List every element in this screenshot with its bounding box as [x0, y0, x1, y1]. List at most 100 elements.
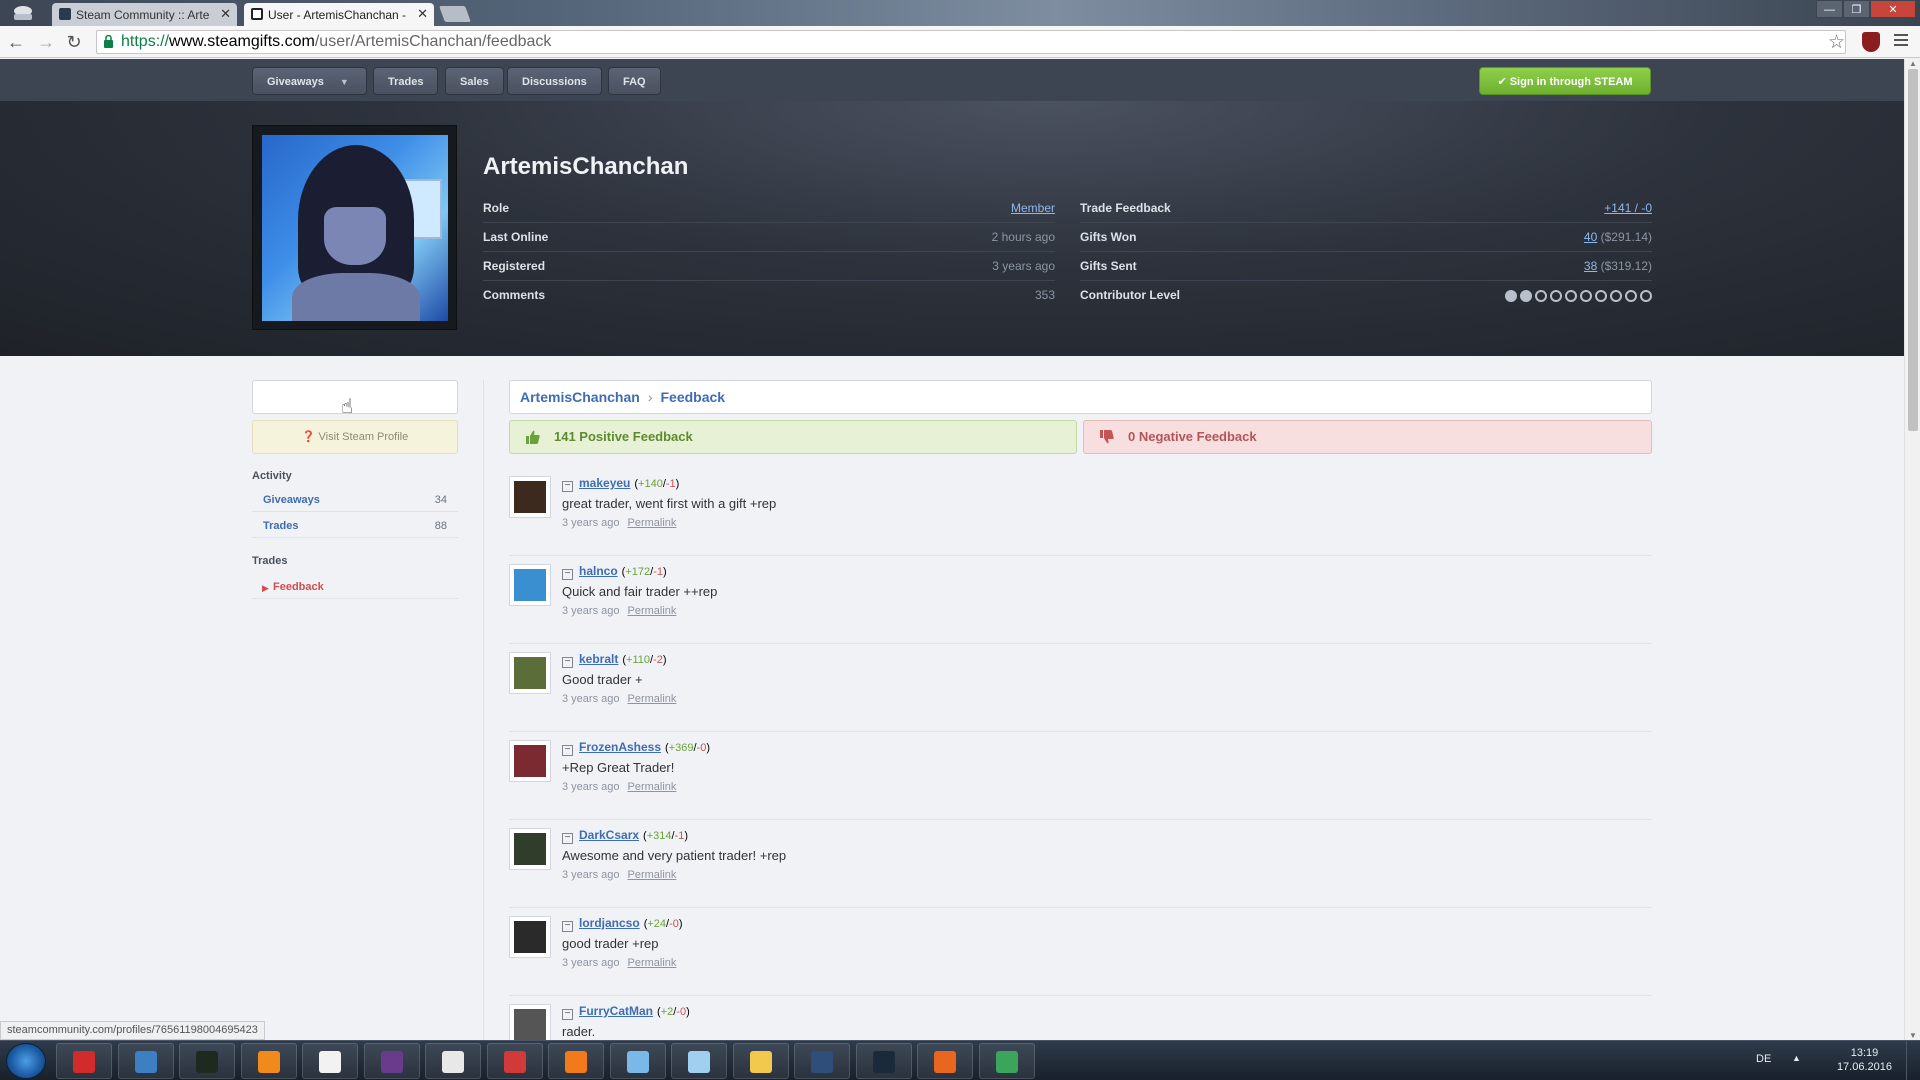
commenter-avatar[interactable] — [509, 564, 551, 606]
commenter-username[interactable]: FurryCatMan — [579, 1004, 653, 1018]
commenter-avatar[interactable] — [509, 652, 551, 694]
forward-arrow-icon[interactable]: → — [36, 32, 56, 52]
nav-sales[interactable]: Sales — [445, 67, 504, 95]
taskbar-firefox-icon[interactable] — [917, 1043, 973, 1079]
taskbar-tex-icon[interactable] — [363, 1043, 420, 1079]
collapse-icon[interactable]: − — [562, 481, 573, 492]
commenter-username[interactable]: makeyeu — [579, 476, 630, 490]
show-desktop-button[interactable] — [1906, 1041, 1920, 1080]
chevron-right-icon: › — [647, 389, 653, 405]
sign-in-steam-button[interactable]: ✔ Sign in through STEAM — [1479, 67, 1651, 95]
close-icon[interactable]: ✕ — [417, 6, 428, 22]
taskbar-notepad-icon[interactable] — [302, 1043, 358, 1079]
collapse-icon[interactable]: − — [562, 921, 573, 932]
sidebar-blank-box — [252, 380, 458, 414]
negative-feedback-tab[interactable]: 0 Negative Feedback — [1083, 420, 1652, 454]
taskbar-antivirus-icon[interactable] — [56, 1043, 112, 1079]
start-button[interactable] — [6, 1043, 46, 1079]
role-link[interactable]: Member — [1011, 201, 1055, 215]
commenter-username[interactable]: DarkCsarx — [579, 828, 639, 842]
sidebar-item-trades[interactable]: Trades 88 — [252, 514, 458, 538]
language-indicator[interactable]: DE — [1756, 1053, 1771, 1065]
page-scrollbar[interactable]: ▲ ▼ — [1904, 59, 1920, 1040]
trade-feedback-link[interactable]: +141 / -0 — [1604, 201, 1652, 215]
ublock-extension-icon[interactable] — [1862, 32, 1880, 52]
visit-steam-profile-button[interactable]: ❓ Visit Steam Profile — [252, 420, 458, 454]
permalink[interactable]: Permalink — [627, 605, 676, 617]
scrollbar-thumb[interactable] — [1908, 69, 1918, 431]
close-icon[interactable]: ✕ — [220, 6, 231, 22]
browser-menu-icon[interactable] — [1894, 34, 1908, 49]
clock[interactable]: 13:19 17.06.2016 — [1837, 1046, 1892, 1074]
taskbar-mail-icon[interactable] — [486, 1043, 543, 1079]
browser-profile-icon[interactable] — [8, 2, 38, 24]
taskbar-thunderbird-icon[interactable] — [117, 1043, 174, 1079]
address-bar[interactable]: https://www.steamgifts.com/user/ArtemisC… — [96, 30, 1846, 54]
stat-label: Gifts Won — [1080, 230, 1137, 244]
scroll-up-icon[interactable]: ▲ — [1909, 59, 1917, 68]
nav-giveaways[interactable]: Giveaways ▼ — [252, 67, 367, 95]
permalink[interactable]: Permalink — [627, 869, 676, 881]
taskbar-chrome-icon[interactable] — [978, 1043, 1035, 1079]
gifts-won-link[interactable]: 40 — [1584, 230, 1597, 244]
contributor-level-dot — [1610, 290, 1622, 302]
nav-discussions[interactable]: Discussions — [507, 67, 602, 95]
nav-faq[interactable]: FAQ — [608, 67, 661, 95]
commenter-username[interactable]: FrozenAshess — [579, 740, 661, 754]
taskbar-vlc-icon[interactable] — [240, 1043, 297, 1079]
comment-time: 3 years ago — [562, 693, 620, 705]
back-arrow-icon[interactable]: ← — [6, 32, 26, 52]
sidebar-item-feedback[interactable]: ▶ Feedback — [252, 575, 458, 599]
taskbar-calculator-icon[interactable] — [609, 1043, 666, 1079]
maximize-icon[interactable]: ❐ — [1843, 0, 1870, 18]
collapse-icon[interactable]: − — [562, 1009, 573, 1020]
comment-meta: 3 years ago Permalink — [562, 781, 676, 793]
gifts-sent-link[interactable]: 38 — [1584, 259, 1597, 273]
reputation-positive: +2 — [660, 1006, 674, 1018]
taskbar-teamspeak-icon[interactable] — [794, 1043, 850, 1079]
taskbar-explorer-icon[interactable] — [732, 1043, 789, 1079]
tray-expand-icon[interactable]: ▲ — [1792, 1053, 1801, 1063]
taskbar-sync-icon[interactable] — [548, 1043, 604, 1079]
permalink[interactable]: Permalink — [627, 693, 676, 705]
collapse-icon[interactable]: − — [562, 569, 573, 580]
permalink[interactable]: Permalink — [627, 957, 676, 969]
minimize-icon[interactable]: — — [1816, 0, 1843, 18]
permalink[interactable]: Permalink — [627, 781, 676, 793]
positive-feedback-tab[interactable]: 141 Positive Feedback — [509, 420, 1077, 454]
commenter-username[interactable]: halnco — [579, 564, 618, 578]
tab-steam-community[interactable]: Steam Community :: Arte ✕ — [52, 3, 237, 26]
nav-trades[interactable]: Trades — [373, 67, 439, 95]
clock-time: 13:19 — [1850, 1047, 1879, 1059]
window-close-icon[interactable]: ✕ — [1870, 0, 1916, 18]
scroll-down-icon[interactable]: ▼ — [1909, 1031, 1917, 1040]
tab-steamgifts-user[interactable]: User - ArtemisChanchan - ✕ — [244, 3, 434, 26]
breadcrumb-page-link[interactable]: Feedback — [660, 389, 725, 405]
commenter-avatar[interactable] — [509, 476, 551, 518]
taskbar-steam-icon[interactable] — [855, 1043, 912, 1079]
taskbar-terminal-icon[interactable] — [179, 1043, 235, 1079]
comment-time: 3 years ago — [562, 517, 620, 529]
feedback-comment: − makeyeu (+140/-1) great trader, went firs… — [509, 468, 1652, 556]
collapse-icon[interactable]: − — [562, 745, 573, 756]
new-tab-button[interactable] — [439, 6, 471, 22]
commenter-username[interactable]: kebralt — [579, 652, 618, 666]
collapse-icon[interactable]: − — [562, 833, 573, 844]
permalink[interactable]: Permalink — [627, 517, 676, 529]
taskbar-cloud-icon[interactable] — [671, 1043, 727, 1079]
breadcrumb-user-link[interactable]: ArtemisChanchan — [520, 389, 640, 405]
commenter-avatar[interactable] — [509, 828, 551, 870]
contributor-level-dot — [1550, 290, 1562, 302]
bookmark-star-icon[interactable]: ☆ — [1828, 31, 1845, 54]
avatar-image — [262, 135, 448, 321]
collapse-icon[interactable]: − — [562, 657, 573, 668]
sidebar-item-giveaways[interactable]: Giveaways 34 — [252, 488, 458, 512]
contributor-level-dot — [1580, 290, 1592, 302]
comment-time: 3 years ago — [562, 869, 620, 881]
commenter-avatar[interactable] — [509, 916, 551, 958]
commenter-username[interactable]: lordjancso — [579, 916, 640, 930]
taskbar-qr-icon[interactable] — [425, 1043, 481, 1079]
commenter-avatar[interactable] — [509, 740, 551, 782]
reload-icon[interactable]: ↻ — [64, 32, 84, 52]
comment-header: − halnco (+172/-1) — [562, 564, 667, 580]
